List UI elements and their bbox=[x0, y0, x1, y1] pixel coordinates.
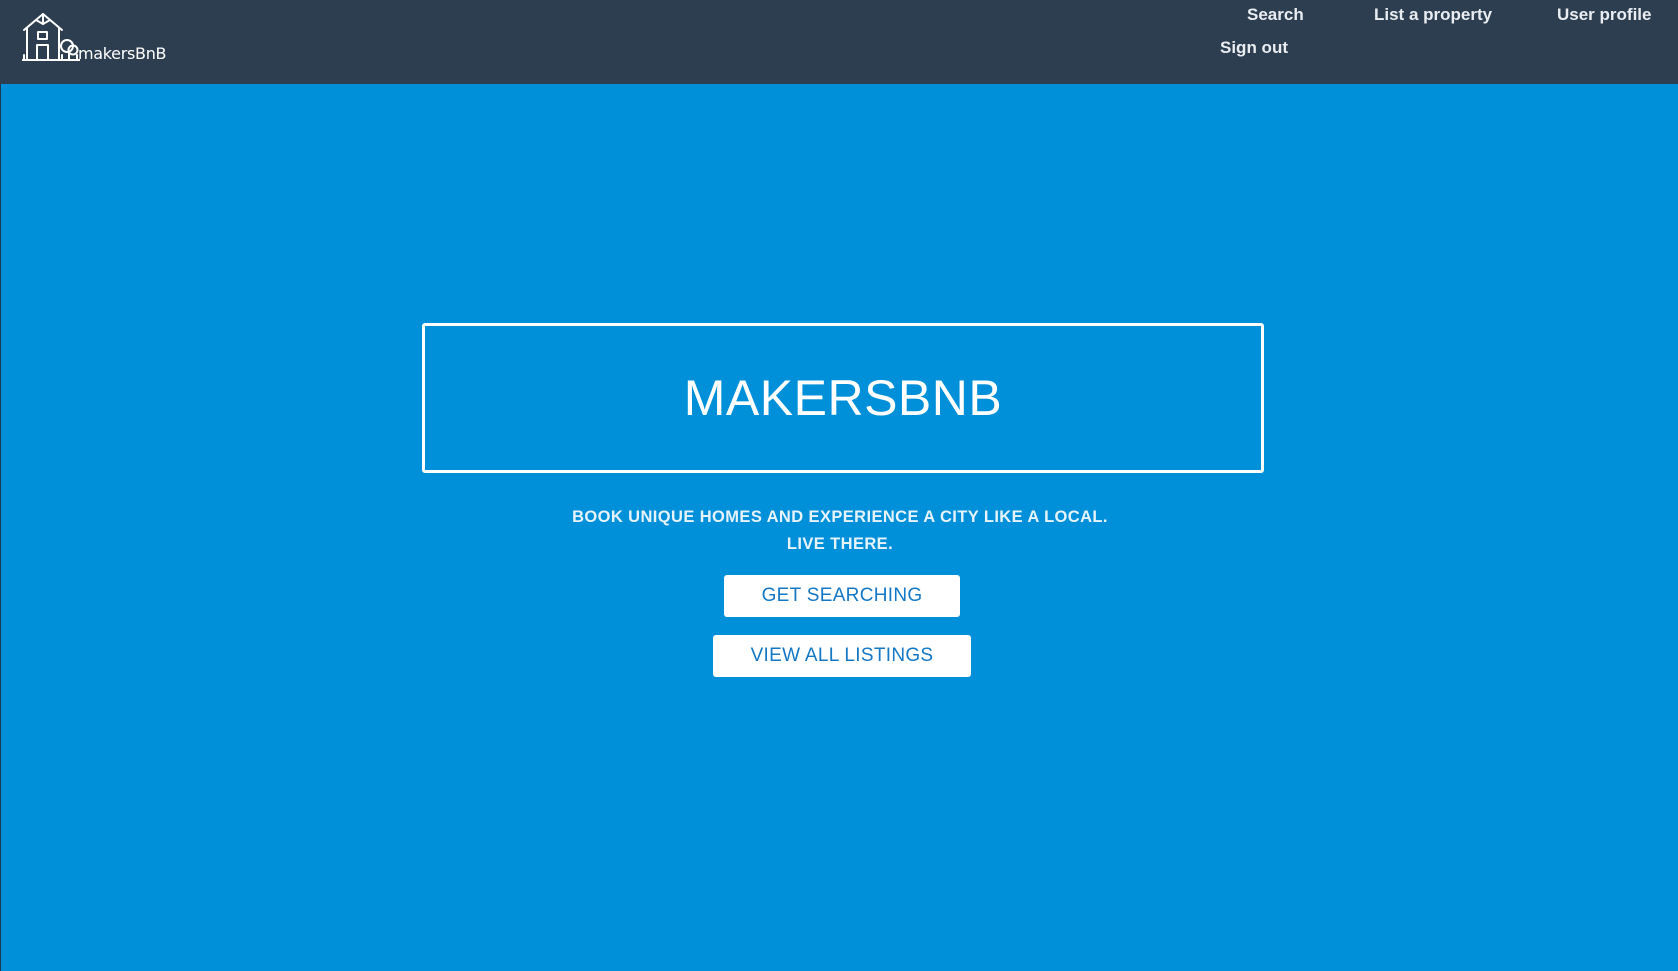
nav-user-profile-link[interactable]: User profile bbox=[1557, 5, 1651, 25]
hero-tagline: BOOK UNIQUE HOMES AND EXPERIENCE A CITY … bbox=[572, 508, 1108, 526]
hero-section: MAKERSBNB BOOK UNIQUE HOMES AND EXPERIEN… bbox=[1, 84, 1678, 971]
view-all-listings-button[interactable]: VIEW ALL LISTINGS bbox=[713, 635, 971, 677]
brand-logo[interactable]: makersBnB bbox=[22, 10, 167, 66]
get-searching-button[interactable]: GET SEARCHING bbox=[724, 575, 960, 617]
house-with-tree-icon bbox=[22, 13, 80, 61]
top-navbar: makersBnB Search List a property User pr… bbox=[0, 0, 1678, 84]
nav-search-link[interactable]: Search bbox=[1247, 5, 1304, 25]
hero-title: MAKERSBNB bbox=[683, 370, 1003, 426]
brand-name: makersBnB bbox=[78, 44, 167, 63]
nav-sign-out-link[interactable]: Sign out bbox=[1220, 38, 1288, 58]
hero-tagline-secondary: LIVE THERE. bbox=[786, 535, 894, 553]
hero-title-box: MAKERSBNB bbox=[422, 323, 1264, 473]
nav-list-property-link[interactable]: List a property bbox=[1374, 5, 1492, 25]
